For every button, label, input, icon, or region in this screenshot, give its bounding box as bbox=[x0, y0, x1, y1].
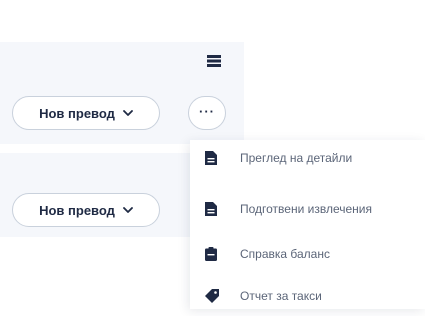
more-icon: ··· bbox=[199, 103, 215, 119]
clipboard-icon bbox=[205, 247, 217, 261]
menu-item-prepared-statements[interactable]: Подготвени извлечения bbox=[190, 189, 425, 229]
menu-item-label: Подготвени извлечения bbox=[240, 202, 372, 216]
menu-item-view-details[interactable]: Преглед на детайли bbox=[190, 138, 425, 178]
new-transfer-button[interactable]: Нов превод bbox=[12, 193, 160, 227]
new-transfer-label: Нов превод bbox=[39, 202, 115, 218]
new-transfer-label: Нов превод bbox=[39, 105, 115, 121]
document-icon bbox=[205, 151, 217, 165]
document-icon bbox=[205, 202, 217, 216]
chevron-down-icon bbox=[123, 110, 133, 116]
more-options-button[interactable]: ··· bbox=[188, 96, 226, 130]
menu-item-label: Преглед на детайли bbox=[240, 151, 353, 165]
menu-item-label: Справка баланс bbox=[240, 247, 330, 261]
menu-item-fees-report[interactable]: Отчет за такси bbox=[190, 276, 425, 316]
tag-icon bbox=[205, 289, 219, 303]
chevron-down-icon bbox=[123, 207, 133, 213]
menu-item-balance-report[interactable]: Справка баланс bbox=[190, 234, 425, 274]
menu-item-label: Отчет за такси bbox=[240, 289, 322, 303]
table-icon[interactable] bbox=[207, 55, 221, 67]
new-transfer-button[interactable]: Нов превод bbox=[12, 96, 160, 130]
